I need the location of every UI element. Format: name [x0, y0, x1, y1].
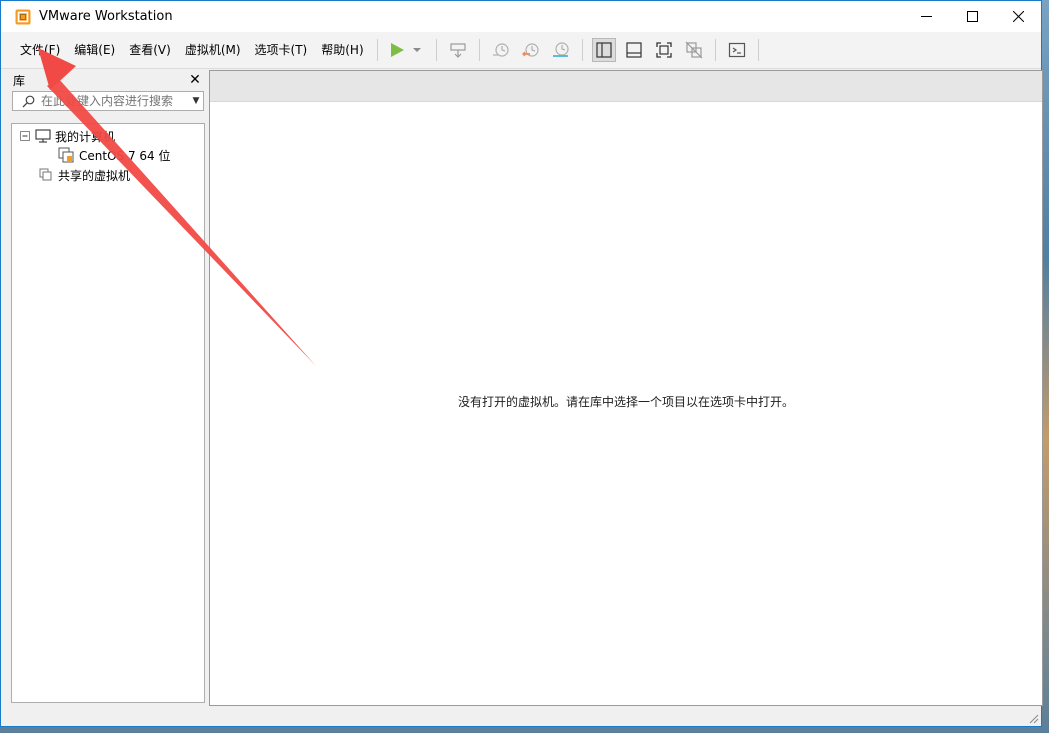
- vm-icon: [58, 147, 74, 163]
- play-icon: [390, 43, 421, 57]
- thumbnail-bar-icon: [626, 42, 642, 58]
- snapshot-manager-button[interactable]: [549, 38, 573, 62]
- tree-item-centos[interactable]: CentOS 7 64 位: [58, 146, 170, 164]
- maximize-icon: [966, 11, 978, 22]
- toolbar-separator: [435, 39, 437, 61]
- revert-snapshot-button[interactable]: [519, 38, 543, 62]
- close-icon: [1012, 11, 1024, 22]
- main-content-area: 没有打开的虚拟机。请在库中选择一个项目以在选项卡中打开。: [209, 70, 1043, 706]
- menu-tabs[interactable]: 选项卡(T): [248, 38, 315, 62]
- library-search-input[interactable]: [37, 94, 189, 108]
- revert-clock-icon: [521, 43, 539, 57]
- snapshot-manager-icon: [552, 42, 569, 57]
- keyboard-send-icon: [450, 43, 466, 58]
- console-icon: [728, 42, 745, 58]
- vmware-window: VMware Workstation 文件(F) 编辑(E) 查看(V) 虚拟机…: [0, 0, 1043, 727]
- menu-toolbar: 文件(F) 编辑(E) 查看(V) 虚拟机(M) 选项卡(T) 帮助(H): [1, 32, 1041, 69]
- power-on-button[interactable]: [387, 38, 427, 62]
- status-bar: [1, 706, 1041, 726]
- snapshot-clock-icon: [492, 43, 509, 57]
- full-screen-button[interactable]: [652, 38, 676, 62]
- menu-vm[interactable]: 虚拟机(M): [178, 38, 248, 62]
- toolbar-separator: [478, 39, 480, 61]
- shared-vm-icon: [39, 168, 52, 181]
- show-thumbnail-bar-button[interactable]: [622, 38, 646, 62]
- library-search-box: ▼: [12, 91, 204, 111]
- tree-item-label: 我的计算机: [55, 129, 116, 144]
- toolbar-separator: [376, 39, 378, 61]
- library-panel-icon: [596, 42, 612, 58]
- title-bar[interactable]: VMware Workstation: [1, 1, 1041, 32]
- tree-item-my-computer[interactable]: 我的计算机: [20, 127, 115, 145]
- snapshot-button[interactable]: [489, 38, 513, 62]
- window-title: VMware Workstation: [39, 9, 173, 24]
- menu-view[interactable]: 查看(V): [122, 38, 178, 62]
- search-dropdown-arrow-icon[interactable]: ▼: [189, 96, 203, 106]
- full-screen-icon: [655, 42, 672, 58]
- empty-state-message: 没有打开的虚拟机。请在库中选择一个项目以在选项卡中打开。: [457, 395, 794, 409]
- vmware-logo-icon: [15, 9, 31, 25]
- minimize-icon: [920, 16, 932, 17]
- close-button[interactable]: [995, 1, 1041, 32]
- collapse-icon[interactable]: [20, 130, 31, 142]
- computer-icon: [35, 129, 51, 143]
- window-controls: [903, 1, 1041, 32]
- show-library-button[interactable]: [591, 38, 616, 62]
- toolbar-separator: [581, 39, 583, 61]
- unity-button[interactable]: [682, 38, 706, 62]
- send-ctrl-alt-del-button[interactable]: [446, 38, 470, 62]
- console-view-button[interactable]: [725, 38, 749, 62]
- resize-grip-icon[interactable]: [1027, 712, 1039, 724]
- library-panel: 库 ✕ ▼: [10, 70, 206, 703]
- menu-file[interactable]: 文件(F): [13, 38, 67, 62]
- library-header: 库 ✕: [10, 70, 206, 90]
- library-title: 库: [13, 73, 26, 88]
- unity-icon: [685, 41, 703, 59]
- menu-help[interactable]: 帮助(H): [314, 38, 370, 62]
- search-icon: [19, 95, 37, 108]
- tree-item-shared-vms[interactable]: 共享的虚拟机: [39, 166, 130, 184]
- library-tree: 我的计算机 CentOS 7 64 位 共享的虚拟机: [11, 123, 205, 703]
- tab-strip: [210, 71, 1042, 102]
- maximize-button[interactable]: [949, 1, 995, 32]
- library-close-icon[interactable]: ✕: [188, 72, 202, 88]
- toolbar-separator: [714, 39, 716, 61]
- tree-item-label: CentOS 7 64 位: [79, 148, 171, 163]
- menu-edit[interactable]: 编辑(E): [67, 38, 122, 62]
- tree-item-label: 共享的虚拟机: [58, 168, 131, 183]
- toolbar-separator: [757, 39, 759, 61]
- minimize-button[interactable]: [903, 1, 949, 32]
